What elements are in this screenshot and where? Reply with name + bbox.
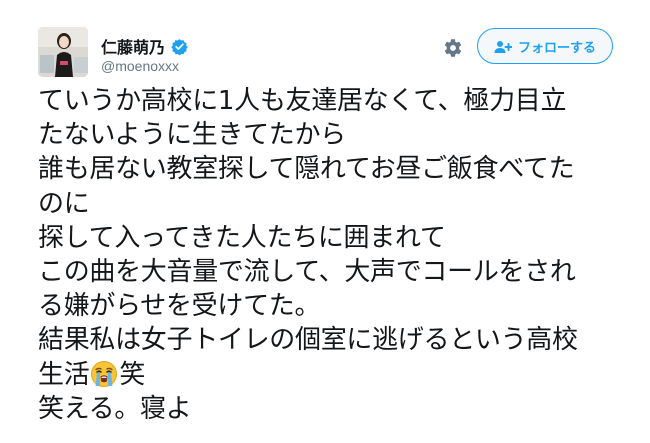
tweet-line-with-emoji: 生活 笑 [38, 358, 638, 392]
tweet-line: たないように生きてたから [38, 120, 346, 151]
tweet-line: 探して入ってきた人たちに囲まれて [38, 222, 446, 253]
verified-badge-icon [171, 38, 188, 55]
loudly-crying-face-icon [90, 360, 118, 388]
display-name[interactable]: 仁藤萌乃 [101, 34, 165, 58]
tweet-text: ていうか高校に1人も友達居なくて、極力目立 たないように生きてたから 誰も居ない… [38, 84, 638, 426]
follow-button-label: フォローする [517, 40, 596, 56]
tweet-line: この曲を大音量で流して、大声でコールをされ [38, 257, 576, 288]
user-name-row: 仁藤萌乃 [101, 34, 188, 58]
gear-icon[interactable] [443, 38, 463, 58]
tweet-line: 笑える。寝よ [38, 393, 192, 424]
tweet-line: のに [38, 188, 90, 219]
avatar[interactable] [38, 27, 88, 77]
tweet-line: ていうか高校に1人も友達居なくて、極力目立 [38, 86, 567, 116]
user-handle[interactable]: @moenoxxx [101, 58, 179, 74]
profile-photo-icon [38, 27, 88, 77]
tweet-line: 結果私は女子トイレの個室に逃げるという高校 [38, 325, 578, 356]
add-user-icon [494, 39, 513, 53]
tweet-line: 誰も居ない教室探して隠れてお昼ご飯食べてた [38, 154, 575, 185]
tweet-card: 仁藤萌乃 @moenoxxx フォローする ていうか高校に1人も友達居なくて、極… [0, 0, 650, 443]
follow-button[interactable]: フォローする [477, 28, 613, 64]
tweet-line-part: 生活 [38, 359, 90, 390]
tweet-line: る嫌がらせを受けてた。 [38, 291, 321, 322]
tweet-line-part: 笑 [119, 359, 146, 390]
